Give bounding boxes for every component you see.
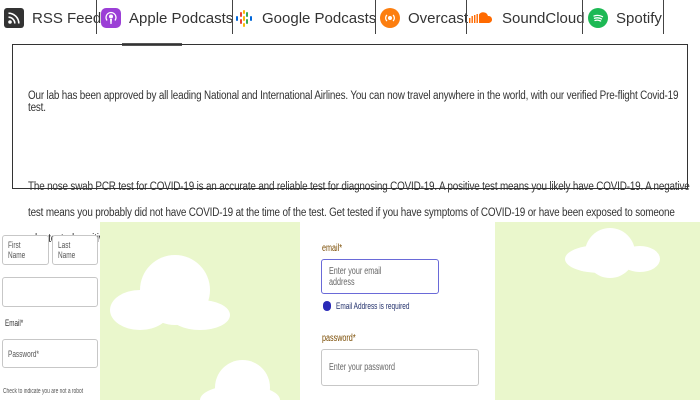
tab-google-podcasts[interactable]: Google Podcasts (234, 0, 376, 36)
login-password-placeholder: Enter your password (329, 362, 396, 373)
rss-icon (4, 8, 24, 28)
first-name-input[interactable]: First Name (2, 235, 49, 265)
tab-label: Spotify (616, 9, 662, 27)
login-password-input[interactable]: Enter your password (321, 349, 479, 386)
cloud-shape (110, 290, 170, 330)
first-name-placeholder: First Name (8, 240, 26, 260)
last-name-placeholder: Last Name (58, 240, 76, 260)
airline-approval-text: Our lab has been approved by all leading… (28, 90, 679, 114)
tab-rss-feed[interactable]: RSS Feed (4, 0, 101, 36)
info-panel-border (687, 44, 688, 189)
tab-divider (96, 0, 97, 34)
login-email-placeholder: Enter your email address (329, 265, 382, 288)
tab-label: Overcast (408, 9, 469, 27)
robot-check-note: Check to indicate you are not a robot (3, 388, 84, 395)
tab-divider (375, 0, 376, 34)
tab-label: Google Podcasts (262, 9, 377, 27)
apple-podcasts-icon (101, 8, 121, 28)
tab-divider (663, 0, 664, 34)
signup-email-label: Email* (5, 318, 24, 328)
info-panel-border (12, 44, 13, 189)
cloud-shape (200, 385, 280, 415)
login-email-label: email* (322, 243, 343, 254)
login-email-input[interactable]: Enter your email address (321, 259, 439, 294)
tab-spotify[interactable]: Spotify (588, 0, 662, 36)
tab-divider (582, 0, 583, 34)
spotify-icon (588, 8, 608, 28)
tab-overcast[interactable]: Overcast (380, 0, 468, 36)
email-required-error: Email Address is required (323, 301, 438, 311)
podcast-platform-tabs: RSS Feed Apple Podcasts Google Podcasts (0, 0, 700, 46)
tab-apple-podcasts[interactable]: Apple Podcasts (101, 0, 233, 36)
signup-password-placeholder: Password* (8, 348, 39, 359)
cloud-shape (170, 300, 230, 330)
email-error-text: Email Address is required (336, 301, 410, 311)
tab-soundcloud[interactable]: SoundCloud (468, 0, 585, 36)
tab-label: SoundCloud (502, 9, 585, 27)
signup-email-input[interactable] (2, 277, 98, 307)
info-icon (323, 301, 331, 311)
tab-divider (232, 0, 233, 34)
tab-label: Apple Podcasts (129, 9, 234, 27)
tab-divider (466, 0, 467, 34)
soundcloud-icon (468, 8, 494, 28)
cloud-shape (620, 246, 660, 272)
last-name-input[interactable]: Last Name (52, 235, 98, 265)
signup-password-input[interactable]: Password* (2, 339, 98, 368)
google-podcasts-icon (234, 8, 254, 28)
overcast-icon (380, 8, 400, 28)
login-password-label: password* (322, 333, 356, 344)
info-panel-border (12, 44, 688, 45)
tab-label: RSS Feed (32, 9, 102, 27)
